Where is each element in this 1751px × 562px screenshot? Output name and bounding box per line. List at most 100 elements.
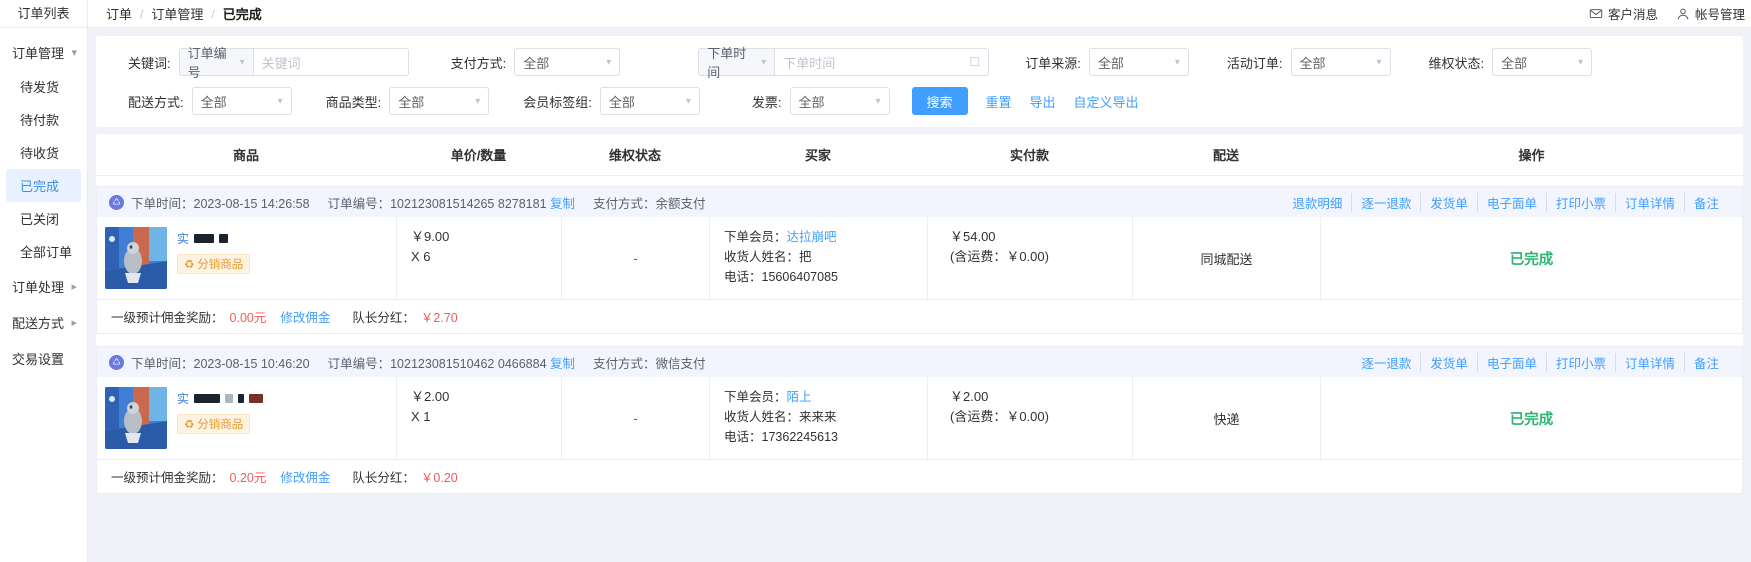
- keyword-input[interactable]: 关键词: [252, 48, 409, 76]
- sidebar-group-order-management[interactable]: 订单管理 ▾: [0, 34, 87, 70]
- order-source-select[interactable]: 全部 ▾: [1088, 48, 1189, 76]
- order-op-button[interactable]: 打印小票: [1545, 352, 1615, 372]
- buyer-member-link[interactable]: 陌上: [787, 390, 812, 404]
- export-button[interactable]: 导出: [1030, 92, 1056, 111]
- sidebar-group-order-processing[interactable]: 订单处理 ▸: [0, 268, 87, 304]
- product-thumbnail[interactable]: [105, 387, 167, 449]
- chevron-down-icon: ▾: [277, 95, 283, 107]
- commission-row: 一级预计佣金奖励： 0.20元 修改佣金 队长分红： ￥0.20: [97, 459, 1742, 493]
- order-op-button[interactable]: 备注: [1683, 352, 1728, 372]
- goods-type-label: 商品类型:: [325, 94, 382, 110]
- buyer-member: 下单会员：陌上: [724, 387, 812, 407]
- product-title[interactable]: 实: [177, 390, 264, 407]
- copy-order-number-button[interactable]: 复制: [550, 197, 575, 211]
- filter-invoice: 发票: 全部 ▾: [752, 87, 890, 115]
- leader-bonus-value: ￥2.70: [420, 311, 458, 325]
- buyer-member-link[interactable]: 达拉崩吧: [787, 230, 837, 244]
- account-management-button[interactable]: 帐号管理: [1676, 4, 1745, 23]
- reset-button[interactable]: 重置: [986, 92, 1012, 111]
- order-card: ♺ 下单时间：2023-08-15 14:26:58 订单编号：1021230815…: [96, 186, 1743, 334]
- chevron-down-icon: ▾: [685, 95, 691, 107]
- chevron-down-icon: ▾: [239, 56, 245, 68]
- order-op-button[interactable]: 退款明细: [1283, 193, 1351, 212]
- member-tag-value: 全部: [608, 94, 635, 110]
- sidebar-group-delivery-method[interactable]: 配送方式 ▸: [0, 304, 87, 340]
- buyer-receiver: 收货人姓名：来来来: [724, 407, 837, 427]
- breadcrumb: 订单 / 订单管理 / 已完成: [88, 4, 264, 23]
- leader-bonus-label: 队长分红：: [352, 311, 415, 325]
- edit-commission-button[interactable]: 修改佣金: [280, 467, 330, 486]
- commission-label: 一级预计佣金奖励：: [111, 311, 224, 325]
- commission-value: 0.00元: [229, 311, 267, 325]
- sidebar-item-closed[interactable]: 已关闭: [0, 202, 87, 235]
- order-time-input[interactable]: 下单时间 ☐: [774, 48, 990, 76]
- buyer-phone-value: 15606407085: [761, 270, 838, 284]
- keyword-type-value: 订单编号: [187, 46, 227, 80]
- delivery-method-select[interactable]: 全部 ▾: [191, 87, 292, 115]
- order-op-button[interactable]: 打印小票: [1545, 192, 1615, 212]
- cell-product: 实 ♻ 分销商品: [97, 217, 397, 299]
- order-op-button[interactable]: 发货单: [1420, 192, 1477, 212]
- breadcrumb-item-1[interactable]: 订单管理: [149, 4, 205, 23]
- breadcrumb-separator: /: [140, 6, 144, 21]
- rights-status-value: -: [633, 410, 638, 426]
- column-header-operation: 操作: [1518, 148, 1545, 163]
- sidebar-item-completed[interactable]: 已完成: [6, 169, 81, 202]
- sidebar-item-pending-payment[interactable]: 待付款: [0, 103, 87, 136]
- chevron-down-icon: ▾: [761, 56, 767, 68]
- product-title[interactable]: 实: [177, 230, 250, 247]
- main-content: 关键词: 订单编号 ▾ 关键词 支付方式: 全部 ▾ 下单时间 ▾ 下单时间 ☐…: [88, 28, 1751, 562]
- product-thumbnail[interactable]: [105, 227, 167, 289]
- body: 订单管理 ▾ 待发货 待付款 待收货 已完成 已关闭 全部订单 订单处理 ▸ 配…: [0, 28, 1751, 562]
- order-number-value: 102123081510462 0466884: [390, 356, 547, 371]
- order-time: 下单时间：2023-08-15 10:46:20: [131, 353, 310, 372]
- order-op-button[interactable]: 电子面单: [1476, 192, 1546, 212]
- user-icon: [1676, 7, 1690, 21]
- order-op-button[interactable]: 逐一退款: [1351, 192, 1420, 212]
- member-tag-select[interactable]: 全部 ▾: [599, 87, 700, 115]
- order-op-button[interactable]: 逐一退款: [1352, 353, 1420, 372]
- sidebar-item-pending-shipment[interactable]: 待发货: [0, 70, 87, 103]
- customer-message-button[interactable]: 客户消息: [1589, 4, 1658, 23]
- calendar-icon[interactable]: ☐: [969, 55, 980, 69]
- order-op-button[interactable]: 订单详情: [1614, 192, 1684, 212]
- breadcrumb-item-0[interactable]: 订单: [104, 4, 134, 23]
- buyer-receiver-label: 收货人姓名：: [724, 410, 800, 424]
- column-header-shipping: 配送: [1212, 148, 1239, 163]
- activity-order-select[interactable]: 全部 ▾: [1290, 48, 1391, 76]
- sidebar-item-label: 待发货: [20, 80, 60, 95]
- buyer-receiver-value: 把: [799, 250, 812, 264]
- order-time-type-select[interactable]: 下单时间 ▾: [698, 46, 775, 80]
- orders-table: 商品 单价/数量 维权状态 买家 实付款 配送 操作 ♺ 下单时间：2023-08…: [96, 134, 1743, 494]
- sidebar-item-all-orders[interactable]: 全部订单: [0, 235, 87, 268]
- sidebar-item-pending-receipt[interactable]: 待收货: [0, 136, 87, 169]
- rights-status-select[interactable]: 全部 ▾: [1492, 48, 1593, 76]
- edit-commission-button[interactable]: 修改佣金: [280, 307, 330, 326]
- keyword-type-select[interactable]: 订单编号 ▾: [178, 46, 253, 80]
- shipping-method: 快递: [1213, 411, 1240, 427]
- freight-info: (含运费：￥0.00): [950, 249, 1049, 264]
- invoice-select[interactable]: 全部 ▾: [789, 87, 890, 115]
- pay-method-select[interactable]: 全部 ▾: [514, 48, 621, 76]
- redacted-text: [194, 394, 221, 403]
- custom-export-button[interactable]: 自定义导出: [1074, 92, 1139, 111]
- order-op-button[interactable]: 订单详情: [1614, 352, 1684, 372]
- distribution-badge: ♻ 分销商品: [177, 414, 251, 434]
- order-time-label: 下单时间：: [131, 196, 194, 211]
- copy-order-number-button[interactable]: 复制: [550, 357, 575, 371]
- chevron-down-icon: ▾: [1578, 56, 1584, 68]
- sidebar-group-label: 交易设置: [12, 351, 65, 367]
- order-op-button[interactable]: 备注: [1683, 192, 1728, 212]
- buyer-receiver: 收货人姓名：把: [724, 247, 812, 267]
- sidebar-group-trade-settings[interactable]: 交易设置: [0, 340, 87, 376]
- share-icon: ♻: [184, 259, 195, 271]
- order-op-button[interactable]: 电子面单: [1476, 352, 1546, 372]
- order-op-button[interactable]: 发货单: [1420, 352, 1477, 372]
- sidebar-item-label: 待付款: [20, 113, 60, 128]
- order-time-value: 2023-08-15 14:26:58: [193, 196, 310, 211]
- redacted-text: [225, 394, 234, 403]
- search-button[interactable]: 搜索: [911, 87, 968, 115]
- order-source-label: 订单来源:: [1025, 55, 1081, 71]
- buyer-phone: 电话：17362245613: [724, 427, 838, 447]
- goods-type-select[interactable]: 全部 ▾: [389, 87, 490, 115]
